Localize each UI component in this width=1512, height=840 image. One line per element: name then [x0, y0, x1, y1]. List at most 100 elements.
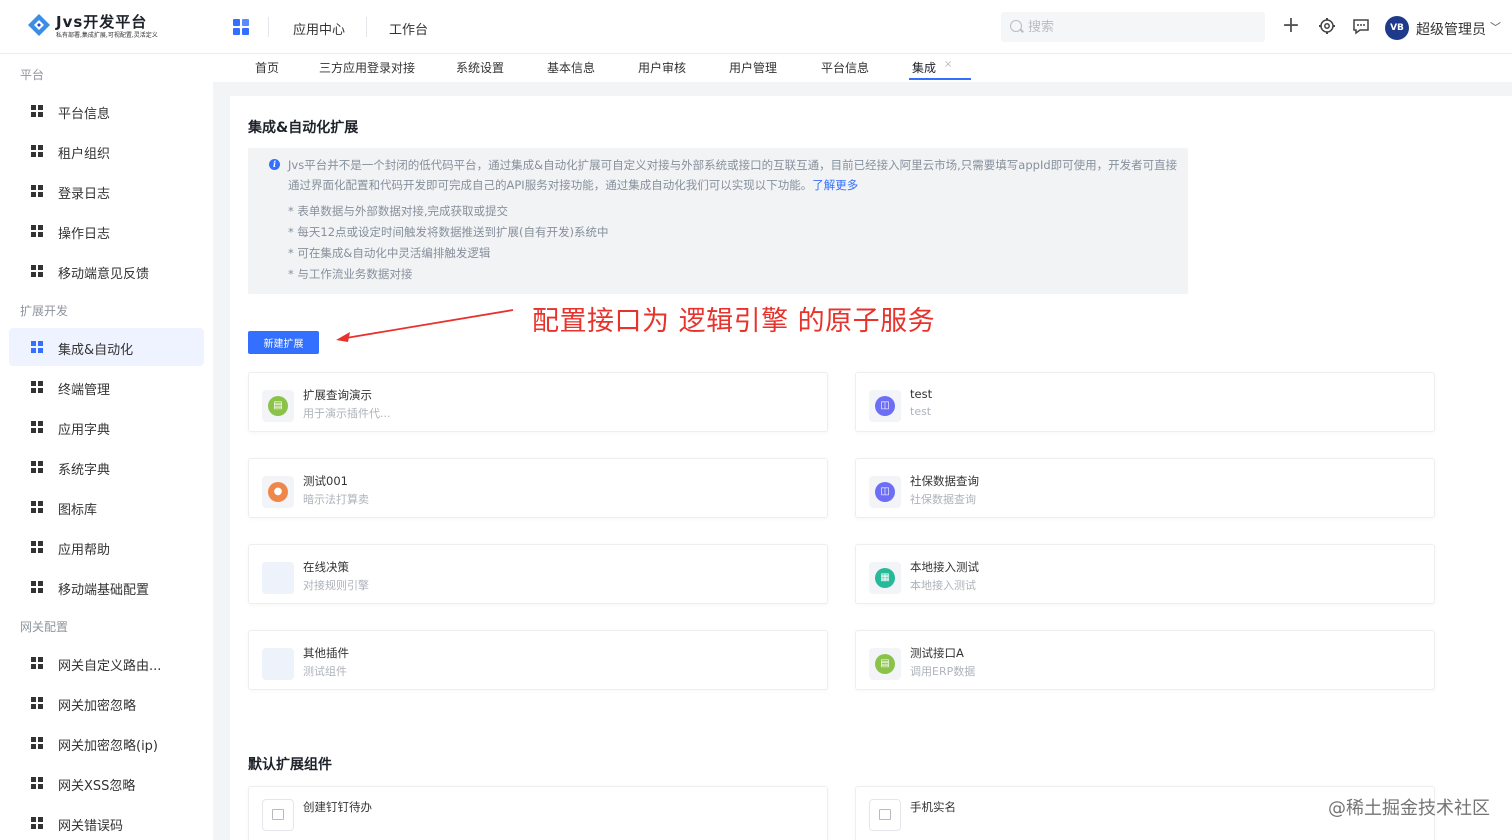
tab-third-party-login[interactable]: 三方应用登录对接 — [319, 59, 415, 76]
sidebar-item-label: 网关错误码 — [58, 819, 124, 834]
new-extension-button[interactable]: 新建扩展 — [248, 331, 319, 354]
card-icon-glyph: ▤ — [268, 396, 288, 416]
grid-icon — [31, 421, 43, 433]
sidebar-item-label: 移动端意见反馈 — [58, 267, 150, 282]
feature-bullet: * 每天12点或设定时间触发将数据推送到扩展(自有开发)系统中 — [288, 225, 609, 239]
extension-card[interactable]: ▤ 测试接口A 调用ERP数据 — [855, 630, 1435, 690]
search-box[interactable] — [1001, 12, 1265, 42]
user-name[interactable]: 超级管理员 — [1416, 19, 1486, 39]
default-extension-card[interactable]: 创建钉钉待办 — [248, 786, 828, 840]
section-title: 集成&自动化扩展 — [248, 120, 359, 136]
sidebar-item-tenant-org[interactable]: 租户组织 — [9, 132, 204, 170]
extension-card[interactable]: ◫ 社保数据查询 社保数据查询 — [855, 458, 1435, 518]
tab-user-review[interactable]: 用户审核 — [638, 59, 686, 76]
nav-separator — [268, 17, 269, 37]
extension-card[interactable]: 在线决策 对接规则引擎 — [248, 544, 828, 604]
extension-card[interactable]: ▦ 本地接入测试 本地接入测试 — [855, 544, 1435, 604]
sidebar-item-app-dict[interactable]: 应用字典 — [9, 408, 204, 446]
sidebar-item-login-log[interactable]: 登录日志 — [9, 172, 204, 210]
sidebar-item-label: 平台信息 — [58, 107, 111, 122]
card-title: 本地接入测试 — [910, 560, 979, 574]
nav-app-center[interactable]: 应用中心 — [293, 19, 345, 38]
sidebar-item-gateway-error-code[interactable]: 网关错误码 — [9, 804, 204, 840]
settings-icon[interactable] — [1316, 15, 1338, 37]
sidebar-group-title: 平台 — [20, 68, 45, 82]
card-description: 测试组件 — [303, 665, 347, 678]
sidebar-item-gateway-encrypt-ignore[interactable]: 网关加密忽略 — [9, 684, 204, 722]
plus-icon[interactable]: + — [1280, 15, 1302, 37]
nav-separator — [366, 17, 367, 37]
top-bar: Jvs开发平台 私有部署,集成扩展,可视配置,灵活定义 应用中心 工作台 + V… — [0, 0, 1512, 54]
logo-title: Jvs开发平台 — [56, 13, 148, 31]
apps-grid-icon[interactable] — [233, 19, 249, 35]
card-icon-glyph: ◫ — [875, 396, 895, 416]
sidebar-item-label: 应用帮助 — [58, 543, 111, 558]
sidebar-item-gateway-route[interactable]: 网关自定义路由... — [9, 644, 204, 682]
tab-home[interactable]: 首页 — [255, 59, 279, 76]
sidebar-item-label: 集成&自动化 — [58, 343, 134, 358]
extension-card[interactable]: ● 测试001 暗示法打算卖 — [248, 458, 828, 518]
card-icon-glyph: ▦ — [875, 568, 895, 588]
info-description: Jvs平台并不是一个封闭的低代码平台，通过集成&自动化扩展可自定义对接与外部系统… — [288, 158, 1178, 192]
extension-card[interactable]: 其他插件 测试组件 — [248, 630, 828, 690]
search-input[interactable] — [1028, 17, 1248, 37]
chevron-down-icon[interactable]: ﹀ — [1490, 19, 1501, 35]
grid-icon — [31, 777, 43, 789]
grid-icon — [31, 737, 43, 749]
sidebar-item-label: 终端管理 — [58, 383, 111, 398]
tab-user-management[interactable]: 用户管理 — [729, 59, 777, 76]
extension-card[interactable]: ▤ 扩展查询演示 用于演示插件代... — [248, 372, 828, 432]
sidebar-item-app-help[interactable]: 应用帮助 — [9, 528, 204, 566]
sidebar-item-system-dict[interactable]: 系统字典 — [9, 448, 204, 486]
card-title: 测试接口A — [910, 646, 964, 660]
sidebar-item-icon-library[interactable]: 图标库 — [9, 488, 204, 526]
grid-icon: ▦ — [869, 562, 901, 594]
annotation-text: 配置接口为 逻辑引擎 的原子服务 — [532, 306, 936, 337]
sidebar-item-terminal-mgmt[interactable]: 终端管理 — [9, 368, 204, 406]
grid-icon — [31, 105, 43, 117]
tab-basic-info[interactable]: 基本信息 — [547, 59, 595, 76]
grid-icon — [31, 225, 43, 237]
sidebar-item-platform-info[interactable]: 平台信息 — [9, 92, 204, 130]
tab-system-settings[interactable]: 系统设置 — [456, 59, 504, 76]
grid-icon — [31, 145, 43, 157]
close-icon[interactable]: × — [944, 59, 952, 70]
sidebar-item-gateway-xss-ignore[interactable]: 网关XSS忽略 — [9, 764, 204, 802]
sidebar-item-mobile-feedback[interactable]: 移动端意见反馈 — [9, 252, 204, 290]
card-title: 测试001 — [303, 474, 348, 488]
extension-card[interactable]: ◫ test test — [855, 372, 1435, 432]
sidebar-group-title: 网关配置 — [20, 620, 69, 634]
main-content: 集成&自动化扩展 i Jvs平台并不是一个封闭的低代码平台，通过集成&自动化扩展… — [230, 96, 1512, 840]
avatar[interactable]: VB — [1385, 16, 1409, 40]
sidebar-item-integration[interactable]: 集成&自动化 — [9, 328, 204, 366]
nav-workbench[interactable]: 工作台 — [389, 19, 428, 38]
sidebar-item-label: 移动端基础配置 — [58, 583, 150, 598]
learn-more-link[interactable]: 了解更多 — [812, 178, 858, 192]
default-section-title: 默认扩展组件 — [248, 757, 332, 773]
grid-icon — [31, 541, 43, 553]
card-title: test — [910, 387, 933, 401]
logo[interactable]: Jvs开发平台 私有部署,集成扩展,可视配置,灵活定义 — [26, 10, 216, 44]
grid-icon — [31, 461, 43, 473]
grid-icon — [31, 185, 43, 197]
card-title: 手机实名 — [910, 800, 956, 814]
card-icon-glyph: ▤ — [875, 654, 895, 674]
tab-integration[interactable]: 集成 — [912, 59, 936, 76]
card-title: 在线决策 — [303, 560, 349, 574]
grid-icon — [31, 381, 43, 393]
grid-icon — [31, 657, 43, 669]
sidebar-item-label: 操作日志 — [58, 227, 111, 242]
logo-icon — [28, 14, 50, 36]
sidebar-item-gateway-encrypt-ignore-ip[interactable]: 网关加密忽略(ip) — [9, 724, 204, 762]
card-icon-glyph: ◫ — [875, 482, 895, 502]
sidebar-item-operation-log[interactable]: 操作日志 — [9, 212, 204, 250]
card-description: 社保数据查询 — [910, 493, 976, 506]
chart-icon: ◫ — [869, 390, 901, 422]
table-icon — [262, 799, 294, 831]
tab-platform-info[interactable]: 平台信息 — [821, 59, 869, 76]
sidebar-group-title: 扩展开发 — [20, 304, 69, 318]
sidebar-item-mobile-config[interactable]: 移动端基础配置 — [9, 568, 204, 606]
message-icon[interactable] — [1350, 15, 1372, 37]
watermark: @稀土掘金技术社区 — [1328, 798, 1490, 819]
card-description: test — [910, 405, 932, 418]
